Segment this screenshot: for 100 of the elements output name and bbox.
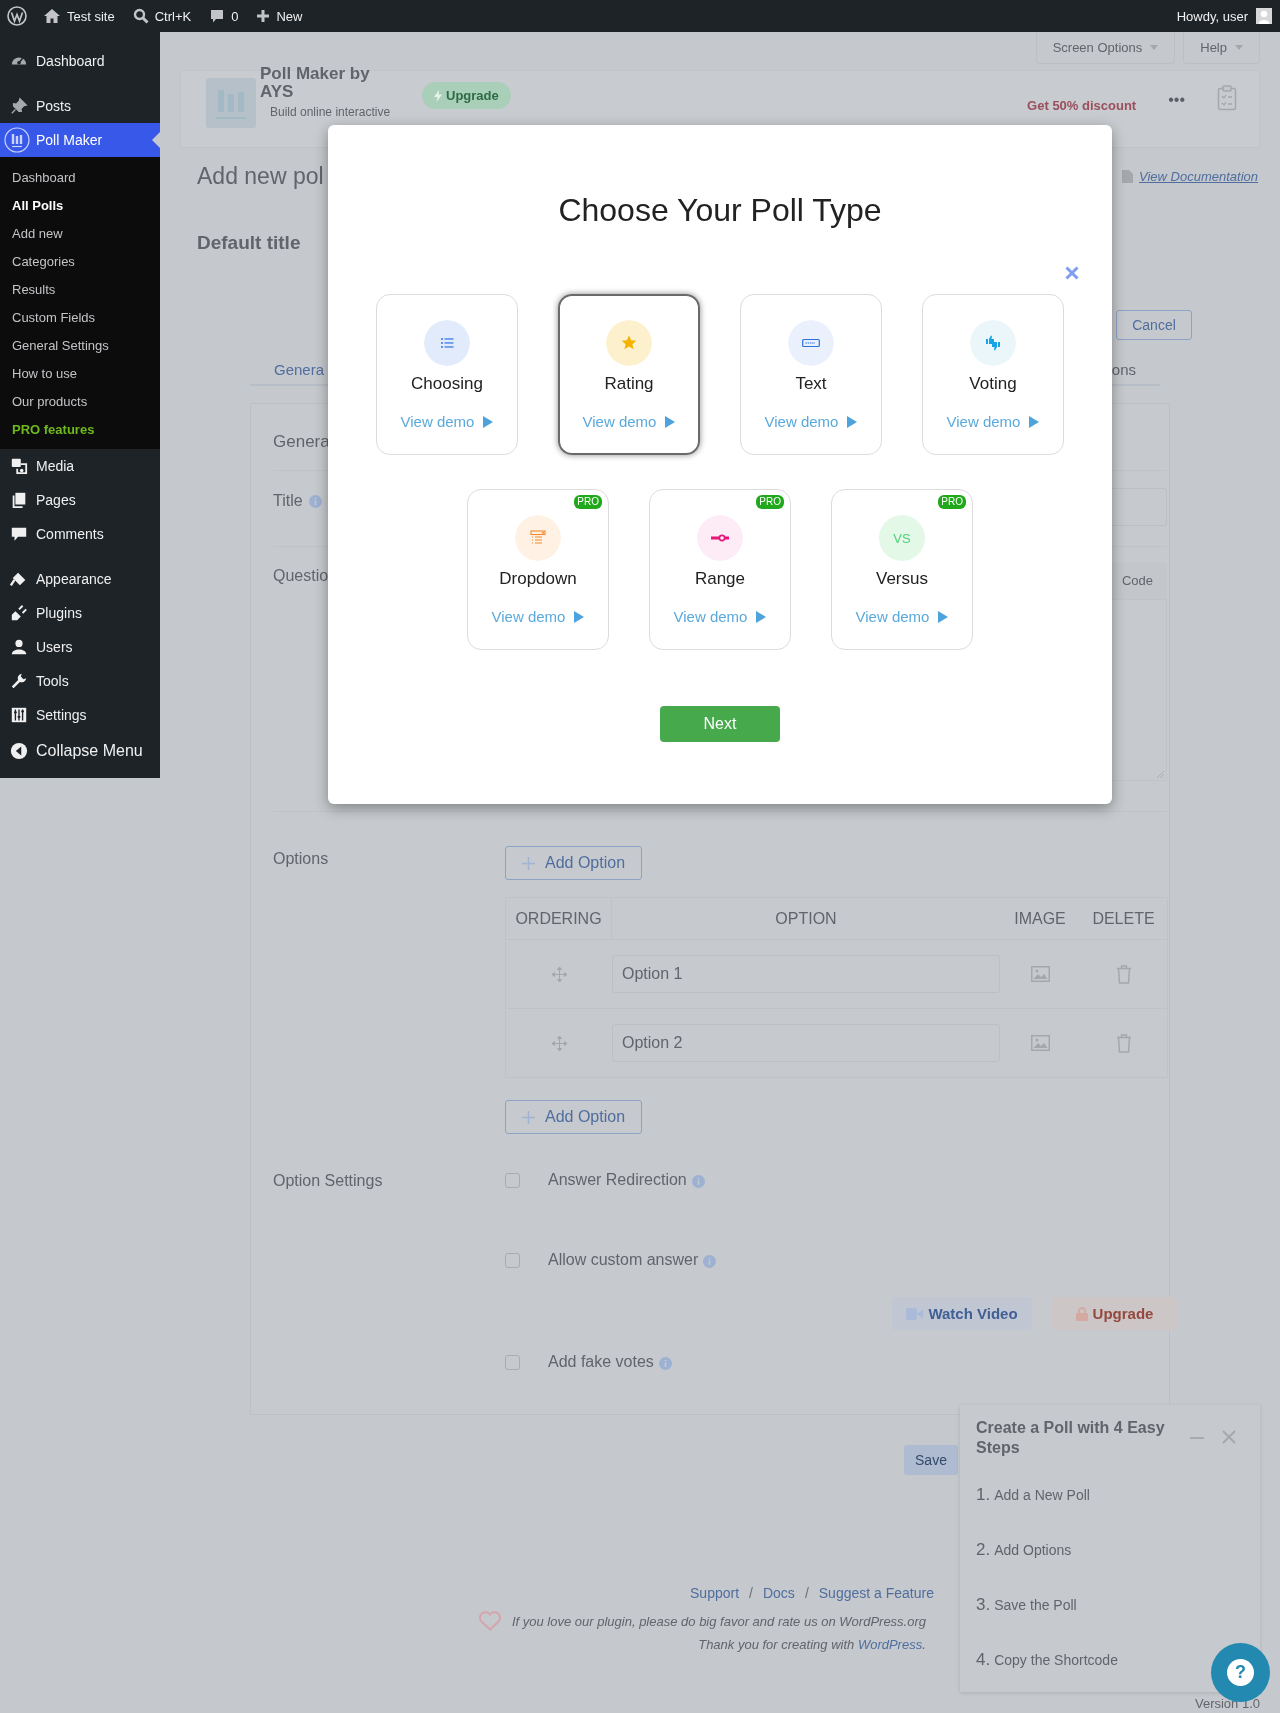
- checkbox[interactable]: [505, 1354, 520, 1370]
- menu-item[interactable]: Posts: [0, 89, 160, 123]
- upgrade-button[interactable]: Upgrade: [422, 82, 511, 109]
- home-icon: [43, 8, 61, 24]
- poll-type-card[interactable]: Text View demo: [740, 294, 882, 455]
- play-icon: [1029, 415, 1040, 428]
- trash-icon[interactable]: [1115, 964, 1132, 984]
- clipboard-icon[interactable]: [1217, 85, 1237, 111]
- caret-icon: [1150, 45, 1159, 50]
- lightning-icon: [434, 89, 442, 102]
- media-icon: [10, 457, 28, 475]
- menu-item[interactable]: Media: [0, 449, 160, 483]
- submenu-item[interactable]: Add new: [0, 220, 160, 248]
- panel-title: Create a Poll with 4 Easy Steps: [976, 1418, 1166, 1458]
- document-icon: [1122, 169, 1133, 183]
- submenu-item[interactable]: Custom Fields: [0, 304, 160, 332]
- comment-icon: [10, 525, 28, 543]
- move-icon[interactable]: [551, 1035, 567, 1051]
- menu-item[interactable]: Settings: [0, 698, 160, 732]
- play-icon: [756, 610, 767, 623]
- upgrade-button[interactable]: Upgrade: [1052, 1297, 1177, 1330]
- search-link[interactable]: Ctrl+K: [132, 8, 192, 24]
- menu-item[interactable]: Appearance: [0, 562, 160, 596]
- menu-item[interactable]: Dashboard: [0, 44, 160, 78]
- separator: /: [749, 1585, 753, 1601]
- poll-type-card[interactable]: PRO Dropdown View demo: [467, 489, 609, 650]
- discount-link[interactable]: Get 50% discount: [1027, 96, 1137, 115]
- play-icon: [574, 610, 585, 623]
- field-label: Questio: [273, 567, 329, 585]
- poll-type-card[interactable]: Rating View demo: [558, 294, 700, 455]
- wrench-icon: [10, 672, 28, 690]
- step-number: 4.: [976, 1650, 991, 1670]
- screen-options-button[interactable]: Screen Options: [1035, 32, 1176, 64]
- menu-item[interactable]: Users: [0, 630, 160, 664]
- option-input[interactable]: Option 1: [612, 955, 1000, 993]
- play-icon: [483, 415, 494, 428]
- separator: /: [804, 1585, 809, 1601]
- option-input[interactable]: Option 2: [612, 1024, 1000, 1062]
- collapse-icon: [10, 742, 28, 760]
- step-number: 3.: [976, 1595, 991, 1615]
- step-text: Copy the Shortcode: [994, 1652, 1118, 1668]
- step-number: 2.: [976, 1540, 991, 1560]
- poll-type-card[interactable]: PRO Range View demo: [649, 489, 791, 650]
- checkbox[interactable]: [505, 1172, 520, 1188]
- move-icon[interactable]: [551, 966, 567, 982]
- pro-badge: PRO: [574, 495, 602, 509]
- menu-item[interactable]: Comments: [0, 517, 160, 551]
- field-label: Option Settings: [273, 1172, 383, 1190]
- trash-icon[interactable]: [1115, 1033, 1132, 1053]
- site-link[interactable]: Test site: [43, 8, 115, 24]
- wordpress-logo-icon[interactable]: [7, 6, 27, 26]
- plug-icon: [10, 604, 28, 622]
- submenu-item[interactable]: All Polls: [0, 192, 160, 220]
- save-button[interactable]: Save: [904, 1445, 958, 1475]
- submenu-item[interactable]: Dashboard: [0, 164, 160, 192]
- plus-icon: [522, 1110, 535, 1124]
- menu-item[interactable]: Pages: [0, 483, 160, 517]
- watch-video-button[interactable]: Watch Video: [892, 1297, 1032, 1330]
- poll-type-card[interactable]: Choosing View demo: [376, 294, 518, 455]
- submenu-item[interactable]: PRO features: [0, 416, 160, 444]
- thumbs-icon: [970, 320, 1016, 366]
- poll-type-card[interactable]: Voting View demo: [922, 294, 1064, 455]
- account-link[interactable]: Howdy, user: [1176, 8, 1272, 24]
- menu-item[interactable]: Poll Maker: [0, 123, 160, 157]
- submenu-item[interactable]: General Settings: [0, 332, 160, 360]
- comments-link[interactable]: 0: [209, 8, 239, 24]
- image-icon[interactable]: [1030, 966, 1050, 982]
- plugin-name: Poll Maker by AYS: [260, 65, 371, 101]
- poll-type-card[interactable]: PRO VS Versus View demo: [831, 489, 973, 650]
- submenu-item[interactable]: Results: [0, 276, 160, 304]
- submenu-item[interactable]: Categories: [0, 248, 160, 276]
- plus-icon: [522, 856, 535, 870]
- field-label: Title: [273, 492, 303, 510]
- step-text: Add a New Poll: [994, 1487, 1090, 1503]
- setting-label: Add fake votes: [548, 1353, 654, 1371]
- sliders-icon: [10, 706, 28, 724]
- poll-type-name: Versus: [876, 569, 928, 589]
- collapse-menu-button[interactable]: Collapse Menu: [0, 734, 160, 768]
- column-header: OPTION: [774, 909, 838, 928]
- menu-item[interactable]: Tools: [0, 664, 160, 698]
- menu-item[interactable]: Plugins: [0, 596, 160, 630]
- more-button[interactable]: •••: [1164, 91, 1189, 109]
- modal-title: Choose Your Poll Type: [557, 191, 883, 229]
- field-label: Options: [273, 850, 329, 868]
- poll-type-name: Text: [795, 374, 827, 394]
- close-icon[interactable]: [1222, 1430, 1236, 1444]
- thanks-text: Thank you for creating with WordPress.: [698, 1637, 926, 1652]
- rate-text: If you love our plugin, please do big favor and rate us on WordPress.org: [511, 1613, 927, 1629]
- new-link[interactable]: New: [256, 8, 303, 24]
- image-icon[interactable]: [1030, 1035, 1050, 1051]
- pin-icon: [10, 97, 28, 115]
- submenu-item[interactable]: How to use: [0, 360, 160, 388]
- column-header: IMAGE: [1013, 909, 1067, 928]
- submenu-item[interactable]: Our products: [0, 388, 160, 416]
- avatar-icon: [1256, 8, 1272, 24]
- checkbox[interactable]: [505, 1252, 520, 1268]
- close-icon[interactable]: [1065, 266, 1079, 280]
- text-field-icon: [788, 320, 834, 366]
- play-icon: [938, 610, 949, 623]
- poll-type-name: Voting: [969, 374, 1017, 394]
